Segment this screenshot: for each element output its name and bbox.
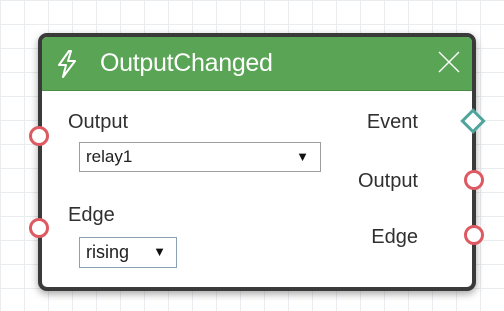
node-header[interactable]: OutputChanged — [42, 37, 472, 91]
input-port-output[interactable] — [29, 126, 49, 146]
input-edge-label: Edge — [68, 204, 115, 226]
chevron-down-icon: ▼ — [296, 149, 309, 164]
output-port-edge[interactable] — [464, 225, 484, 245]
output-edge-label: Edge — [371, 226, 418, 248]
input-output-label: Output — [68, 111, 129, 133]
output-select-value: relay1 — [86, 147, 133, 166]
close-icon[interactable] — [436, 49, 462, 75]
output-select[interactable]: relay1 ▼ — [79, 142, 321, 172]
edge-select-value: rising — [86, 242, 130, 262]
lightning-bolt-icon — [56, 50, 78, 78]
edge-select[interactable]: rising ▼ — [79, 237, 177, 268]
output-port-output[interactable] — [464, 170, 484, 190]
node-title: OutputChanged — [100, 49, 273, 77]
input-port-edge[interactable] — [29, 218, 49, 238]
output-event-label: Event — [366, 111, 418, 133]
output-output-label: Output — [357, 170, 418, 192]
node-outputchanged[interactable]: OutputChanged Output relay1 ▼ Edge risin… — [38, 33, 476, 291]
chevron-down-icon: ▼ — [153, 244, 166, 259]
